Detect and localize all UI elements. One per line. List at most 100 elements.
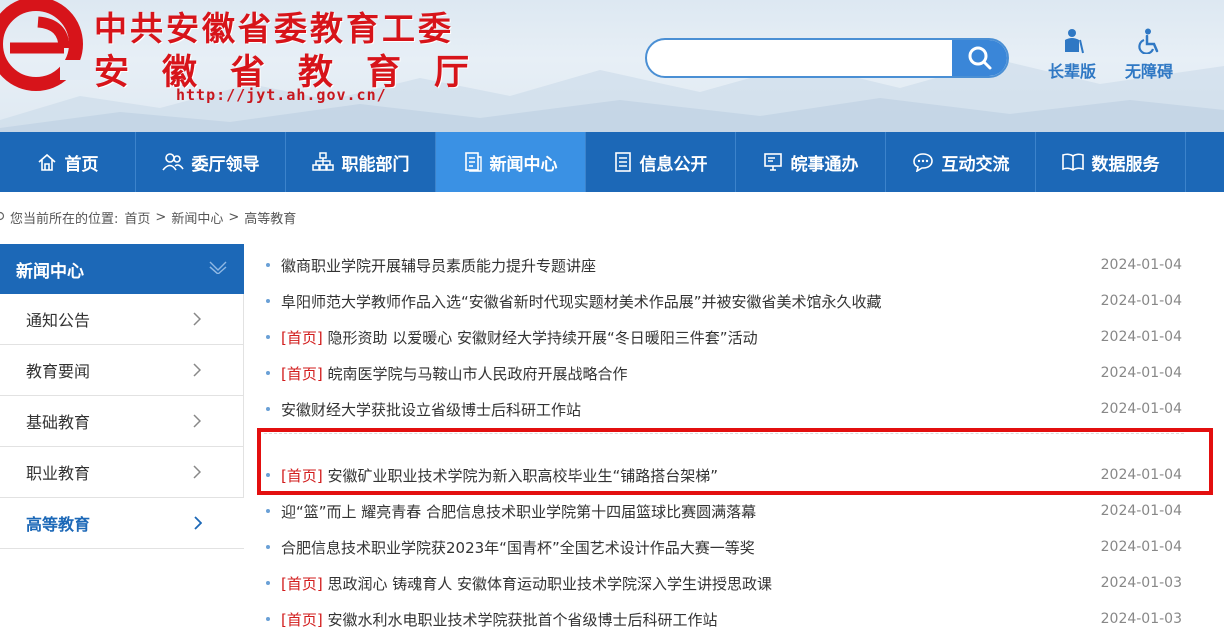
news-tag: [首页] — [281, 328, 323, 347]
home-icon — [37, 153, 56, 171]
location-icon — [0, 211, 5, 221]
news-item: [首页] 思政润心 铸魂育人 安徽体育运动职业技术学院深入学生讲授思政课 202… — [264, 565, 1184, 601]
nav-item-leaders[interactable]: 委厅领导 — [136, 132, 286, 192]
bullet-icon — [266, 371, 270, 375]
news-title: 隐形资助 以爱暖心 安徽财经大学持续开展“冬日暖阳三件套”活动 — [322, 328, 758, 347]
bullet-icon — [266, 509, 270, 513]
news-title: 皖南医学院与马鞍山市人民政府开展战略合作 — [322, 364, 628, 383]
breadcrumb-prefix: 您当前所在的位置: — [10, 211, 119, 227]
news-link[interactable]: 迎“篮”而上 耀亮青春 合肥信息技术职业学院第十四届篮球比赛圆满落幕 — [281, 501, 756, 522]
news-link[interactable]: [首页] 皖南医学院与马鞍山市人民政府开展战略合作 — [281, 363, 628, 384]
accessibility-button[interactable]: 无障碍 — [1114, 28, 1184, 82]
nav-item-data-service[interactable]: 数据服务 — [1036, 132, 1186, 192]
news-title: 徽商职业学院开展辅导员素质能力提升专题讲座 — [281, 256, 597, 275]
sidebar-item-label: 教育要闻 — [26, 362, 91, 381]
elder-icon — [1065, 29, 1084, 54]
site-url[interactable]: http://jyt.ah.gov.cn/ — [176, 86, 387, 104]
nav-item-interaction[interactable]: 互动交流 — [886, 132, 1036, 192]
book-icon — [1061, 153, 1084, 171]
nav-item-label: 首页 — [64, 154, 99, 175]
news-item: 徽商职业学院开展辅导员素质能力提升专题讲座 2024-01-04 — [264, 247, 1184, 283]
news-link[interactable]: [首页] 隐形资助 以爱暖心 安徽财经大学持续开展“冬日暖阳三件套”活动 — [281, 327, 758, 348]
news-link[interactable]: 合肥信息技术职业学院获2023年“国青杯”全国艺术设计作品大赛一等奖 — [281, 537, 755, 558]
search-button[interactable] — [952, 40, 1007, 76]
document-icon — [464, 152, 482, 172]
news-date: 2024-01-04 — [1100, 467, 1182, 483]
chevron-right-icon — [194, 516, 202, 530]
site-title-line1: 中共安徽省委教育工委 — [94, 9, 454, 48]
nav-item-label: 互动交流 — [941, 154, 1010, 175]
breadcrumb-link-home[interactable]: 首页 — [124, 208, 150, 227]
nav-item-home[interactable]: 首页 — [0, 132, 136, 192]
nav-item-label: 新闻中心 — [489, 154, 558, 175]
sidebar-item-label: 通知公告 — [26, 311, 91, 330]
sidebar: 新闻中心 通知公告 教育要闻 基础教育 职业教育 高等教育 — [0, 244, 244, 549]
news-link[interactable]: 阜阳师范大学教师作品入选“安徽省新时代现实题材美术作品展”并被安徽省美术馆永久收… — [281, 291, 882, 312]
org-chart-icon — [311, 152, 334, 171]
news-date: 2024-01-04 — [1100, 503, 1182, 519]
nav-item-departments[interactable]: 职能部门 — [286, 132, 436, 192]
nav-item-news-center[interactable]: 新闻中心 — [436, 132, 586, 192]
sidebar-item-label: 高等教育 — [26, 515, 91, 534]
chat-icon — [912, 153, 933, 172]
nav-item-label: 皖事通办 — [790, 154, 859, 175]
breadcrumb-link-news-center[interactable]: 新闻中心 — [171, 208, 223, 227]
breadcrumb: 您当前所在的位置: 首页 > 新闻中心 > 高等教育 — [0, 207, 296, 227]
news-link[interactable]: 徽商职业学院开展辅导员素质能力提升专题讲座 — [281, 255, 596, 276]
news-date: 2024-01-04 — [1100, 257, 1182, 273]
sidebar-item-notices[interactable]: 通知公告 — [0, 294, 244, 345]
elder-mode-button[interactable]: 长辈版 — [1037, 28, 1107, 82]
elder-mode-label: 长辈版 — [1047, 62, 1096, 81]
sidebar-header: 新闻中心 — [0, 244, 244, 294]
breadcrumb-separator: > — [228, 209, 240, 225]
monitor-icon — [763, 153, 782, 171]
news-list: 徽商职业学院开展辅导员素质能力提升专题讲座 2024-01-04 阜阳师范大学教… — [264, 247, 1184, 637]
news-title: 思政润心 铸魂育人 安徽体育运动职业技术学院深入学生讲授思政课 — [322, 574, 773, 593]
news-title: 安徽财经大学获批设立省级博士后科研工作站 — [281, 400, 582, 419]
news-link[interactable]: 安徽财经大学获批设立省级博士后科研工作站 — [281, 399, 581, 420]
news-tag: [首页] — [281, 466, 323, 485]
chevron-right-icon — [193, 312, 201, 326]
news-tag: [首页] — [281, 364, 323, 383]
sidebar-item-vocational-education[interactable]: 职业教育 — [0, 447, 244, 498]
bullet-icon — [266, 335, 270, 339]
news-date: 2024-01-03 — [1100, 611, 1182, 627]
chevron-right-icon — [193, 414, 201, 428]
sidebar-item-higher-education[interactable]: 高等教育 — [0, 498, 244, 549]
chevron-right-icon — [193, 363, 201, 377]
nav-item-label: 委厅领导 — [191, 154, 260, 175]
news-tag: [首页] — [281, 574, 323, 593]
accessibility-label: 无障碍 — [1124, 62, 1173, 81]
nav-item-label: 数据服务 — [1091, 154, 1160, 175]
news-item: [首页] 安徽水利水电职业技术学院获批首个省级博士后科研工作站 2024-01-… — [264, 601, 1184, 637]
bullet-icon — [266, 299, 270, 303]
news-title: 安徽矿业职业技术学院为新入职高校毕业生“铺路搭台架梯” — [322, 466, 719, 485]
news-link[interactable]: [首页] 安徽水利水电职业技术学院获批首个省级博士后科研工作站 — [281, 609, 718, 630]
search-input[interactable] — [647, 40, 952, 76]
site-header: 中共安徽省委教育工委 安徽省教育厅 http://jyt.ah.gov.cn/ … — [0, 0, 1224, 132]
nav-item-wanshitong[interactable]: 皖事通办 — [736, 132, 886, 192]
news-item: 迎“篮”而上 耀亮青春 合肥信息技术职业学院第十四届篮球比赛圆满落幕 2024-… — [264, 493, 1184, 529]
sidebar-item-label: 基础教育 — [26, 413, 91, 432]
sidebar-item-label: 职业教育 — [26, 464, 91, 483]
list-doc-icon — [614, 152, 631, 172]
breadcrumb-link-higher-education[interactable]: 高等教育 — [244, 208, 296, 227]
sidebar-item-basic-education[interactable]: 基础教育 — [0, 396, 244, 447]
chevron-down-icon — [209, 261, 227, 274]
news-item: [首页] 皖南医学院与马鞍山市人民政府开展战略合作 2024-01-04 — [264, 355, 1184, 391]
people-icon — [161, 153, 184, 171]
search-icon — [968, 46, 991, 70]
breadcrumb-separator: > — [155, 209, 167, 225]
news-link[interactable]: [首页] 安徽矿业职业技术学院为新入职高校毕业生“铺路搭台架梯” — [281, 465, 718, 486]
news-item: 安徽财经大学获批设立省级博士后科研工作站 2024-01-04 — [264, 391, 1184, 427]
list-divider — [264, 433, 1184, 457]
bullet-icon — [266, 473, 270, 477]
nav-item-info-public[interactable]: 信息公开 — [586, 132, 736, 192]
bullet-icon — [266, 617, 270, 621]
news-item: [首页] 隐形资助 以爱暖心 安徽财经大学持续开展“冬日暖阳三件套”活动 202… — [264, 319, 1184, 355]
news-date: 2024-01-03 — [1100, 575, 1182, 591]
news-link[interactable]: [首页] 思政润心 铸魂育人 安徽体育运动职业技术学院深入学生讲授思政课 — [281, 573, 772, 594]
sidebar-item-education-news[interactable]: 教育要闻 — [0, 345, 244, 396]
nav-item-label: 职能部门 — [341, 154, 410, 175]
bullet-icon — [266, 407, 270, 411]
